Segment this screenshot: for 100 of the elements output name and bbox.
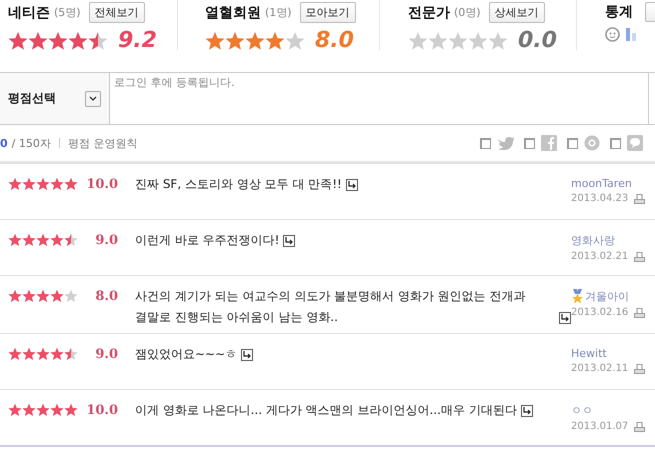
star-icon (48, 30, 68, 50)
star-icon (22, 177, 36, 191)
review-text: 잼있었어요~~~ㅎ (135, 346, 238, 363)
bird-icon[interactable] (497, 136, 514, 150)
star-icon (22, 403, 36, 417)
star-icon (8, 233, 22, 247)
group-title: 전문가 (408, 4, 450, 22)
star-icon (64, 403, 78, 417)
star-icon (285, 30, 305, 50)
medal-icon (571, 289, 584, 304)
average-score: 9.2 (118, 28, 157, 53)
star-icon (64, 233, 78, 247)
star-icon (64, 289, 78, 303)
star-icon (265, 30, 285, 50)
char-count: 0 (0, 136, 8, 150)
view-button[interactable] (645, 2, 655, 22)
author-name[interactable]: ㅇㅇ (571, 403, 593, 418)
view-button[interactable]: 전체보기 (88, 2, 145, 23)
group-title: 네티즌 (8, 4, 50, 22)
review-date: 2013.02.16 (571, 307, 628, 318)
printer-icon[interactable] (634, 194, 646, 204)
reply-arrow-icon[interactable] (283, 235, 296, 247)
member-count: (5명) (54, 5, 81, 20)
review-score: 9.0 (94, 233, 118, 250)
star-icon (245, 30, 265, 50)
review-score: 8.0 (94, 289, 118, 306)
star-icon (8, 30, 28, 50)
reply-arrow-icon[interactable] (346, 179, 358, 191)
review-date: 2013.02.11 (571, 363, 628, 374)
star-icon (205, 30, 225, 50)
star-icon (468, 30, 488, 50)
view-button[interactable]: 상세보기 (488, 2, 545, 23)
star-icon (8, 289, 22, 303)
char-limit: / 150자 (12, 136, 51, 150)
group-title: 열혈회원 (205, 4, 261, 22)
star-icon (36, 347, 50, 361)
star-icon (488, 30, 508, 50)
rating-select-label[interactable]: 평점선택 (8, 90, 56, 107)
rules-link[interactable]: 평점 운영원칙 (68, 136, 138, 150)
average-score: 0.0 (518, 28, 557, 53)
review-score: 9.0 (94, 347, 118, 364)
bar-chart-icon (626, 28, 637, 41)
view-button[interactable]: 모아보기 (300, 2, 356, 23)
star-icon (22, 233, 36, 247)
star-icon (64, 347, 78, 361)
member-count: (1명) (265, 5, 292, 20)
star-icon (8, 347, 22, 361)
speech-bubble-icon[interactable] (627, 135, 643, 151)
reply-arrow-icon[interactable] (559, 312, 571, 324)
star-icon (50, 233, 64, 247)
star-icon (64, 177, 78, 191)
star-icon (36, 233, 50, 247)
review-text: 진짜 SF, 스토리와 영상 모두 대 만족!! (135, 176, 342, 193)
author-name[interactable]: moonTaren (571, 177, 632, 190)
group-title: 통계 (605, 3, 633, 21)
review-date: 2013.04.23 (571, 193, 628, 204)
star-icon (408, 30, 428, 50)
printer-icon[interactable] (634, 252, 646, 262)
facebook-icon[interactable] (541, 135, 557, 151)
review-date: 2013.02.21 (571, 251, 628, 262)
star-icon (50, 177, 64, 191)
checkbox[interactable] (524, 138, 535, 148)
review-text: 이런게 바로 우주전쟁이다! (135, 232, 280, 249)
printer-icon[interactable] (634, 422, 646, 432)
average-score: 8.0 (315, 28, 354, 53)
star-icon (68, 30, 88, 50)
face-icon (605, 27, 620, 42)
printer-icon[interactable] (634, 308, 646, 318)
star-icon (36, 403, 50, 417)
star-icon (448, 30, 468, 50)
review-text: 사건의 계기가 되는 여교수의 의도가 불분명해서 영화가 원인없는 전개과 결말로 진행되는 아쉬움이 남는 영화.. (135, 288, 527, 326)
star-icon (8, 403, 22, 417)
review-score: 10.0 (85, 177, 118, 194)
checkbox[interactable] (480, 138, 491, 148)
star-icon (36, 289, 50, 303)
star-icon (88, 30, 108, 50)
review-text: 이게 영화로 나온다니... 게다가 액스맨의 브라이언싱어...매우 기대된다 (135, 402, 517, 419)
author-name[interactable]: 영화사랑 (571, 233, 615, 248)
star-icon (22, 347, 36, 361)
star-icon (50, 289, 64, 303)
reply-arrow-icon[interactable] (520, 405, 533, 417)
star-icon (36, 177, 50, 191)
star-icon (428, 30, 448, 50)
review-date: 2013.01.07 (571, 421, 628, 432)
dropdown-button[interactable] (85, 90, 101, 106)
reply-arrow-icon[interactable] (241, 349, 254, 361)
checkbox[interactable] (610, 138, 621, 148)
star-icon (8, 177, 22, 191)
review-score: 10.0 (85, 403, 118, 420)
checkbox[interactable] (567, 138, 578, 148)
author-name[interactable]: Hewitt (571, 347, 607, 360)
author-name[interactable]: 겨울아이 (585, 289, 629, 304)
chevron-down-icon (89, 96, 97, 101)
printer-icon[interactable] (634, 364, 646, 374)
star-icon (50, 347, 64, 361)
star-icon (50, 403, 64, 417)
star-icon (225, 30, 245, 50)
star-icon (22, 289, 36, 303)
member-count: (0명) (454, 5, 481, 20)
star-icon (28, 30, 48, 50)
